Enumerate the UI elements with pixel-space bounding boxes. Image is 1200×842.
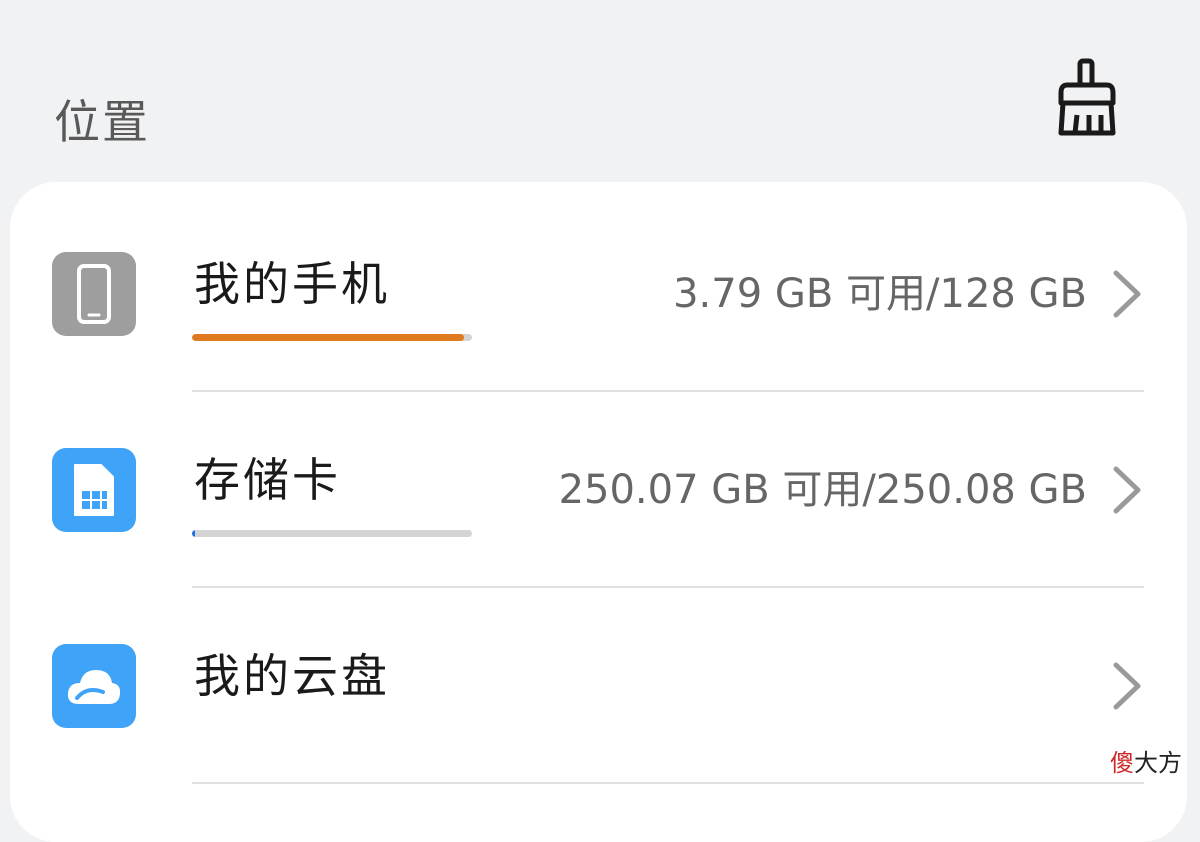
sd-card-icon [52,448,136,532]
broom-icon [1058,58,1116,136]
chevron-right-icon [1113,270,1141,318]
storage-usage-bar [192,334,472,341]
storage-item-sd-card[interactable]: 存储卡 250.07 GB 可用/250.08 GB [10,392,1187,588]
storage-item-value: 250.07 GB 可用/250.08 GB [558,467,1087,513]
storage-item-phone[interactable]: 我的手机 3.79 GB 可用/128 GB [10,196,1187,392]
cloud-icon [52,644,136,728]
storage-item-title: 我的手机 [194,257,390,311]
storage-item-title: 我的云盘 [194,649,390,703]
header: 位置 [0,0,1200,182]
smartphone-icon [52,252,136,336]
storage-usage-fill [192,334,464,341]
watermark: 傻大方 [1108,748,1184,778]
row-divider [192,782,1144,784]
watermark-text: 大方 [1134,749,1182,777]
storage-item-value: 3.79 GB 可用/128 GB [673,271,1087,317]
storage-card: 我的手机 3.79 GB 可用/128 GB 存储卡 250.07 GB 可用/… [10,182,1187,842]
page-title: 位置 [54,95,150,149]
storage-usage-fill [192,530,195,537]
storage-item-title: 存储卡 [194,453,341,507]
clean-button[interactable] [1050,54,1126,140]
watermark-text: 傻 [1110,749,1134,777]
storage-item-cloud[interactable]: 我的云盘 [10,588,1187,784]
storage-usage-bar [192,530,472,537]
chevron-right-icon [1113,662,1141,710]
chevron-right-icon [1113,466,1141,514]
